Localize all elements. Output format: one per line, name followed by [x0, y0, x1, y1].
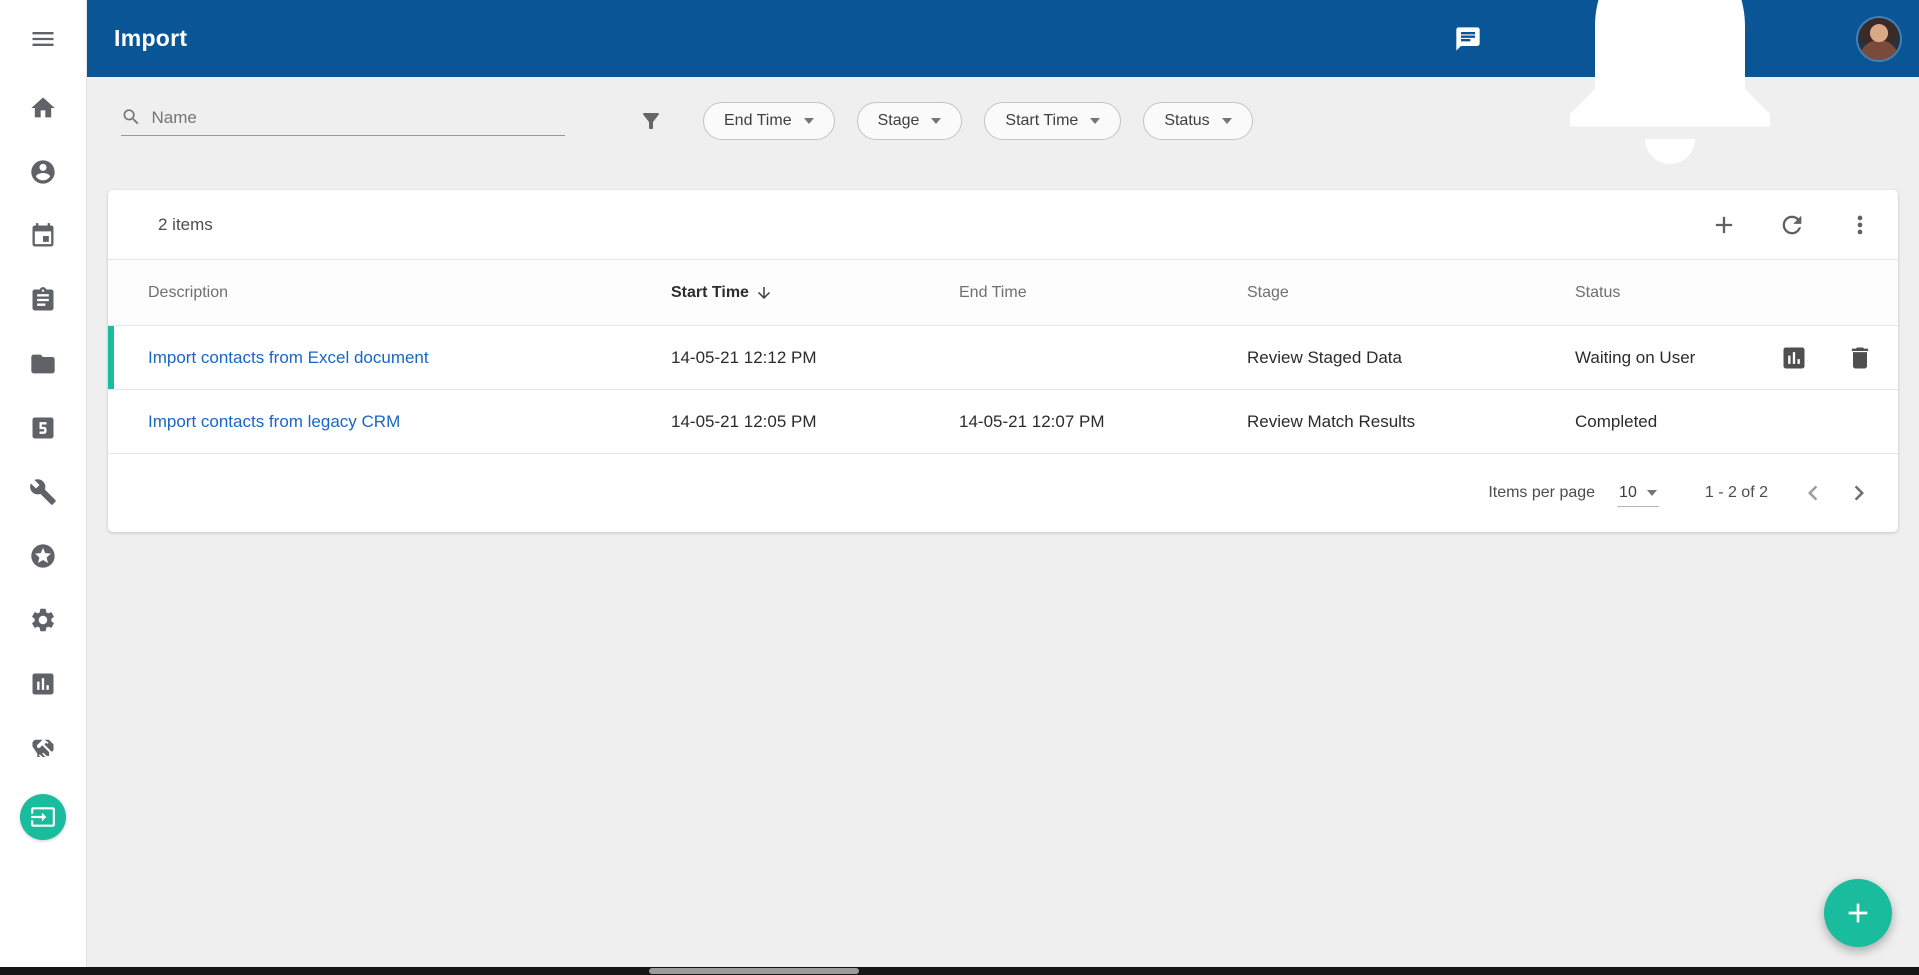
items-per-page-value: 10	[1619, 484, 1637, 502]
settings-icon[interactable]	[29, 606, 57, 634]
items-per-page-select[interactable]: 10	[1617, 480, 1659, 507]
row-accent-bar	[108, 326, 114, 389]
tasks-icon[interactable]	[29, 286, 57, 314]
sidebar	[0, 0, 87, 975]
cell-status: Completed	[1575, 412, 1768, 432]
items-per-page-label: Items per page	[1488, 484, 1595, 502]
screen: Import 7	[0, 0, 1919, 975]
hamburger-icon	[29, 25, 57, 53]
menu-button[interactable]	[0, 0, 86, 77]
column-label: Status	[1575, 284, 1620, 302]
topbar-actions: 7	[1454, 0, 1900, 189]
row-delete-button[interactable]	[1846, 344, 1874, 372]
plus-icon	[1842, 897, 1874, 929]
filter-chip-start-time[interactable]: Start Time	[984, 102, 1121, 140]
row-actions	[1768, 344, 1874, 372]
chevron-down-icon	[931, 118, 941, 124]
filter-chips: End Time Stage Start Time Status	[703, 102, 1253, 140]
home-icon[interactable]	[29, 94, 57, 122]
chip-label: End Time	[724, 112, 792, 130]
chevron-down-icon	[804, 118, 814, 124]
card-header: 2 items	[108, 190, 1898, 260]
horizontal-scrollbar	[0, 967, 1919, 975]
folder-icon[interactable]	[29, 350, 57, 378]
chip-label: Status	[1164, 112, 1209, 130]
filter-chip-status[interactable]: Status	[1143, 102, 1252, 140]
sidebar-nav	[20, 77, 66, 840]
add-import-fab[interactable]	[1824, 879, 1892, 947]
featured-icon[interactable]	[29, 542, 57, 570]
column-header-start-time[interactable]: Start Time	[671, 284, 959, 302]
next-page-button[interactable]	[1844, 478, 1874, 508]
filter-chip-stage[interactable]: Stage	[857, 102, 963, 140]
column-header-stage[interactable]: Stage	[1247, 284, 1575, 302]
reports-icon[interactable]	[29, 670, 57, 698]
topbar: Import 7	[87, 0, 1919, 77]
search-field	[121, 106, 565, 136]
table-row: Import contacts from Excel document 14-0…	[108, 326, 1898, 390]
chat-icon[interactable]	[1454, 25, 1482, 53]
page-title: Import	[114, 25, 187, 52]
import-job-link[interactable]: Import contacts from Excel document	[148, 348, 671, 368]
cell-status: Waiting on User	[1575, 348, 1768, 368]
import-job-link[interactable]: Import contacts from legacy CRM	[148, 412, 671, 432]
column-header-status[interactable]: Status	[1575, 284, 1768, 302]
user-avatar[interactable]	[1858, 18, 1900, 60]
chevron-down-icon	[1222, 118, 1232, 124]
column-header-description[interactable]: Description	[148, 284, 671, 302]
search-icon	[121, 106, 141, 128]
cell-stage: Review Staged Data	[1247, 348, 1575, 368]
column-label: Stage	[1247, 284, 1289, 302]
sort-descending-icon	[755, 284, 773, 302]
filter-icon[interactable]	[639, 109, 663, 133]
calendar-icon[interactable]	[29, 222, 57, 250]
sales-icon[interactable]	[29, 414, 57, 442]
previous-page-button[interactable]	[1798, 478, 1828, 508]
row-report-button[interactable]	[1780, 344, 1808, 372]
table-row: Import contacts from legacy CRM 14-05-21…	[108, 390, 1898, 454]
import-icon	[30, 804, 56, 830]
more-options-button[interactable]	[1846, 211, 1874, 239]
cell-start-time: 14-05-21 12:12 PM	[671, 348, 959, 368]
column-label: End Time	[959, 284, 1027, 302]
refresh-button[interactable]	[1778, 211, 1806, 239]
horizontal-scrollbar-thumb[interactable]	[649, 968, 859, 974]
search-input[interactable]	[151, 108, 565, 128]
chip-label: Stage	[878, 112, 920, 130]
paginator: Items per page 10 1 - 2 of 2	[108, 454, 1898, 532]
column-label: Start Time	[671, 284, 749, 302]
cell-start-time: 14-05-21 12:05 PM	[671, 412, 959, 432]
bell-icon	[1520, 0, 1820, 189]
tools-icon[interactable]	[29, 478, 57, 506]
table-header-row: Description Start Time End Time Stage St…	[108, 260, 1898, 326]
chevron-down-icon	[1090, 118, 1100, 124]
deals-handshake-icon[interactable]	[29, 734, 57, 762]
chevron-down-icon	[1647, 490, 1657, 496]
filter-chip-end-time[interactable]: End Time	[703, 102, 835, 140]
column-header-end-time[interactable]: End Time	[959, 284, 1247, 302]
notifications-button[interactable]: 7	[1520, 0, 1820, 189]
column-label: Description	[148, 284, 228, 302]
card-header-actions	[1710, 211, 1874, 239]
items-count: 2 items	[158, 215, 213, 235]
import-list-card: 2 items Description	[108, 190, 1898, 532]
cell-stage: Review Match Results	[1247, 412, 1575, 432]
main-content: End Time Stage Start Time Status	[87, 77, 1919, 975]
contacts-icon[interactable]	[29, 158, 57, 186]
cell-end-time: 14-05-21 12:07 PM	[959, 412, 1247, 432]
add-item-button[interactable]	[1710, 211, 1738, 239]
page-range-label: 1 - 2 of 2	[1705, 484, 1768, 502]
sidebar-item-import-active[interactable]	[20, 794, 66, 840]
chip-label: Start Time	[1005, 112, 1078, 130]
